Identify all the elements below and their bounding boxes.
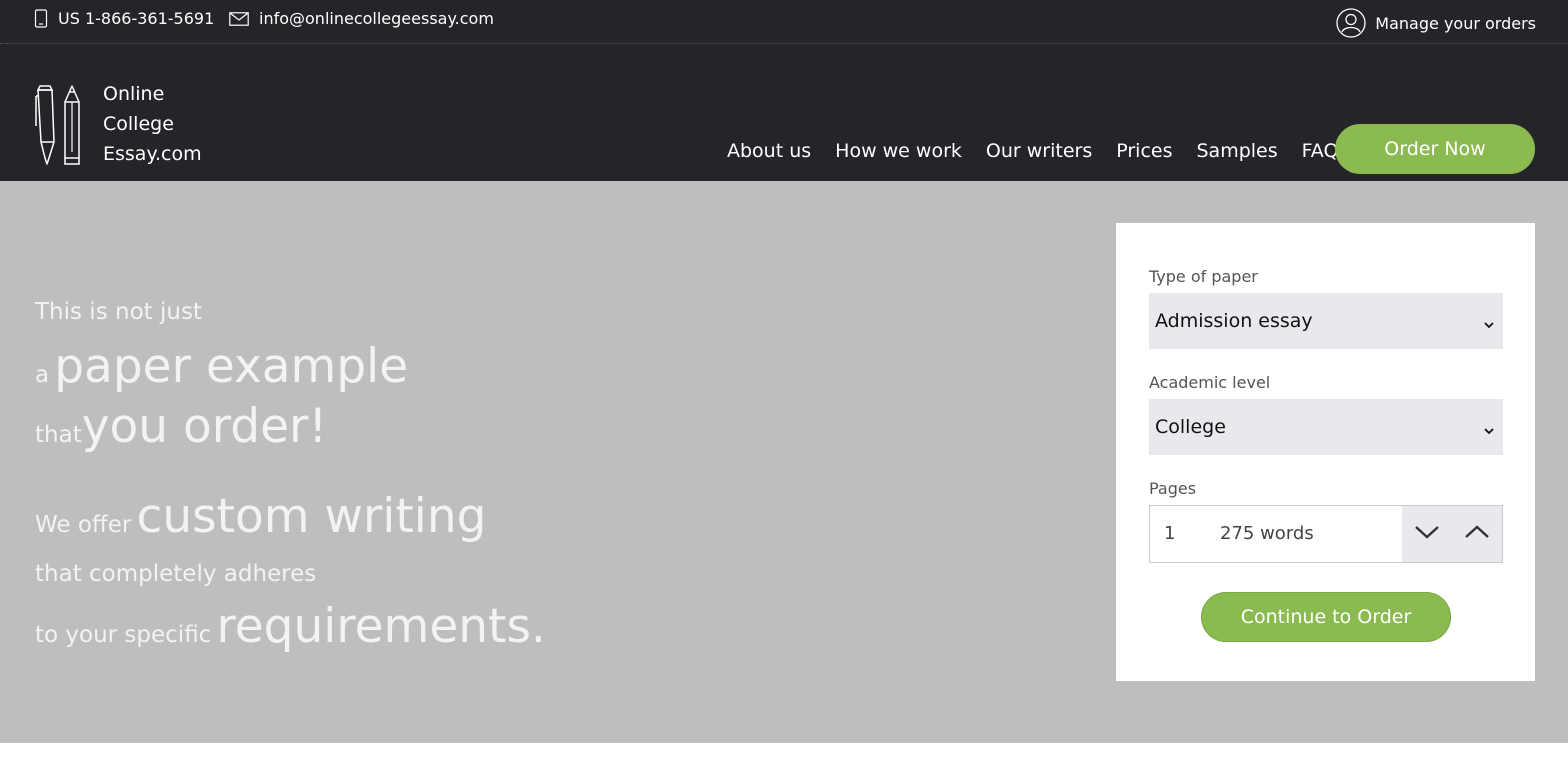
academic-level-value: College: [1155, 416, 1226, 438]
hero-section: This is not just a paper example thatyou…: [0, 181, 1568, 743]
mail-icon: [229, 11, 249, 26]
continue-to-order-button[interactable]: Continue to Order: [1201, 592, 1451, 642]
nav-how-we-work[interactable]: How we work: [835, 140, 962, 162]
paper-type-select[interactable]: Admission essay: [1149, 293, 1503, 349]
pages-label: Pages: [1149, 479, 1197, 498]
hero-line-1: This is not just: [35, 299, 202, 325]
site-logo[interactable]: Online College Essay.com: [33, 82, 202, 169]
phone-contact[interactable]: US 1-866-361-5691: [34, 9, 214, 28]
word-count: 275 words: [1220, 523, 1314, 544]
nav-about-us[interactable]: About us: [727, 140, 811, 162]
hero-line-1-text: This is not just: [35, 299, 202, 325]
pages-input[interactable]: 1: [1164, 523, 1175, 544]
increase-pages-button[interactable]: [1452, 506, 1502, 562]
academic-level-label: Academic level: [1149, 373, 1271, 392]
paper-type-label: Type of paper: [1149, 267, 1258, 286]
email-contact[interactable]: info@onlinecollegeessay.com: [229, 9, 494, 28]
phone-number[interactable]: US 1-866-361-5691: [58, 9, 214, 28]
hero-line-4-small: We offer: [35, 512, 132, 538]
nav-prices[interactable]: Prices: [1116, 140, 1172, 162]
nav-faq[interactable]: FAQ: [1302, 140, 1339, 162]
chevron-down-icon: [1414, 524, 1440, 544]
email-address[interactable]: info@onlinecollegeessay.com: [259, 9, 494, 28]
hero-line-4: We offer custom writing: [35, 489, 486, 544]
site-header: Online College Essay.com About us How we…: [0, 44, 1568, 181]
logo-line-3: Essay.com: [103, 143, 202, 165]
logo-text[interactable]: Online College Essay.com: [103, 79, 202, 169]
pages-stepper: 1 275 words: [1149, 505, 1503, 563]
hero-line-5-text: that completely adheres: [35, 561, 317, 587]
nav-samples[interactable]: Samples: [1196, 140, 1277, 162]
main-nav: About us How we work Our writers Prices …: [727, 140, 1362, 162]
pen-pencil-icon: [33, 82, 93, 168]
hero-line-6-large: requirements.: [216, 599, 546, 654]
hero-line-5: that completely adheres: [35, 561, 316, 587]
academic-level-select[interactable]: College: [1149, 399, 1503, 455]
phone-icon: [34, 9, 48, 28]
chevron-down-icon: [1483, 420, 1495, 442]
logo-line-2: College: [103, 113, 174, 135]
order-form-card: Type of paper Admission essay Academic l…: [1116, 223, 1535, 681]
paper-type-value: Admission essay: [1155, 310, 1313, 332]
top-bar: US 1-866-361-5691 info@onlinecollegeessa…: [0, 0, 1568, 44]
hero-line-6: to your specific requirements.: [35, 599, 546, 654]
nav-our-writers[interactable]: Our writers: [986, 140, 1092, 162]
hero-line-3: thatyou order!: [35, 399, 327, 454]
order-now-button[interactable]: Order Now: [1335, 124, 1535, 174]
hero-line-2: a paper example: [35, 339, 408, 394]
hero-line-2-small: a: [35, 362, 50, 388]
manage-orders-link[interactable]: Manage your orders: [1336, 8, 1536, 38]
hero-line-2-large: paper example: [54, 339, 409, 394]
chevron-down-icon: [1483, 314, 1495, 336]
hero-line-3-small: that: [35, 422, 82, 448]
decrease-pages-button[interactable]: [1402, 506, 1452, 562]
manage-orders-label[interactable]: Manage your orders: [1375, 14, 1536, 33]
hero-line-3-large: you order!: [81, 399, 328, 454]
stepper-buttons: [1402, 506, 1502, 562]
hero-line-6-small: to your specific: [35, 622, 212, 648]
logo-line-1: Online: [103, 83, 165, 105]
chevron-up-icon: [1464, 524, 1490, 544]
hero-line-4-large: custom writing: [136, 489, 487, 544]
user-icon: [1336, 8, 1366, 38]
